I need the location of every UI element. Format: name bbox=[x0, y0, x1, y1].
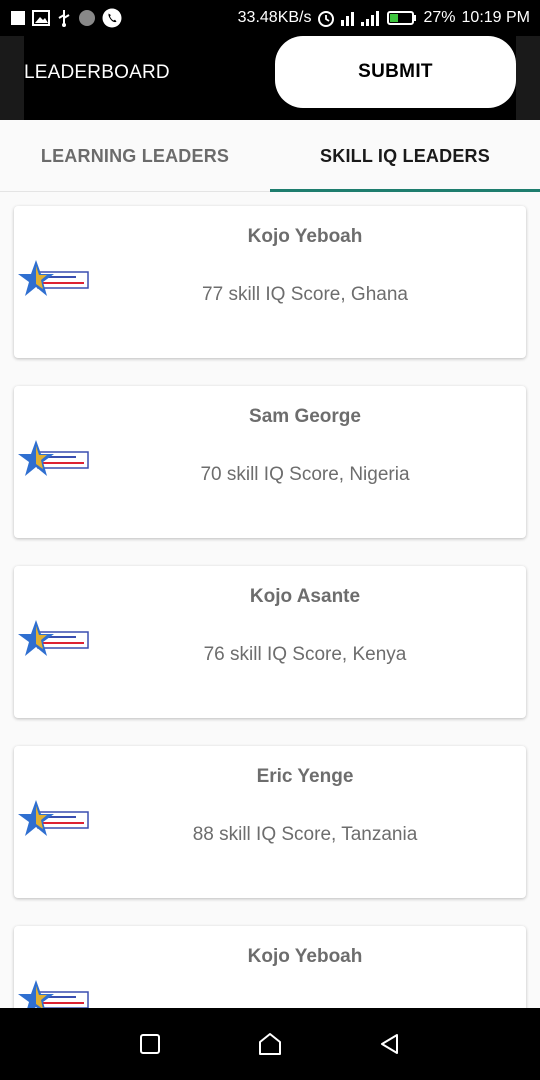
leader-list[interactable]: Kojo Yeboah 77 skill IQ Score, Ghana Sam… bbox=[0, 192, 540, 1008]
home-icon bbox=[259, 1033, 281, 1055]
leader-name: Eric Yenge bbox=[256, 766, 354, 787]
circle-icon bbox=[78, 9, 96, 27]
leader-score: 88 skill IQ Score, Tanzania bbox=[192, 824, 418, 845]
skill-iq-badge-icon bbox=[18, 980, 89, 1008]
net-speed: 33.48KB/s bbox=[237, 9, 312, 26]
home-button[interactable] bbox=[250, 1024, 290, 1064]
leader-name: Kojo Yeboah bbox=[247, 226, 363, 247]
tab-skill-iq-leaders[interactable]: SKILL IQ LEADERS bbox=[270, 120, 540, 192]
leader-score: 77 skill IQ Score, Ghana bbox=[202, 284, 408, 305]
battery-icon bbox=[387, 10, 417, 26]
notification-square-icon bbox=[10, 10, 26, 26]
submit-button[interactable]: SUBMIT bbox=[275, 36, 516, 108]
leader-score: 76 skill IQ Score, Kenya bbox=[203, 644, 407, 665]
leader-name: Kojo Asante bbox=[249, 586, 361, 607]
clock: 10:19 PM bbox=[461, 9, 530, 26]
leader-card[interactable]: Kojo Asante 76 skill IQ Score, Kenya bbox=[14, 566, 526, 718]
usb-icon bbox=[56, 9, 72, 27]
tab-bar: LEARNING LEADERS SKILL IQ LEADERS bbox=[0, 120, 540, 192]
square-icon bbox=[140, 1034, 160, 1054]
signal-icon bbox=[341, 10, 381, 26]
phone-icon bbox=[102, 8, 122, 28]
leader-name: Sam George bbox=[249, 406, 361, 427]
leader-name: Kojo Yeboah bbox=[247, 946, 363, 967]
back-triangle-icon bbox=[381, 1034, 398, 1054]
skill-iq-badge-icon bbox=[18, 800, 89, 836]
skill-iq-badge-icon bbox=[18, 260, 89, 296]
leader-card[interactable]: Eric Yenge 88 skill IQ Score, Tanzania bbox=[14, 746, 526, 898]
app-bar: LEADERBOARD SUBMIT bbox=[0, 36, 540, 120]
app-bar-edge-right bbox=[516, 36, 540, 120]
page-title: LEADERBOARD bbox=[24, 62, 170, 83]
leader-score: 70 skill IQ Score, Nigeria bbox=[200, 464, 410, 485]
alarm-icon bbox=[317, 9, 335, 27]
skill-iq-badge-icon bbox=[18, 440, 89, 476]
recents-button[interactable] bbox=[130, 1024, 170, 1064]
battery-percent: 27% bbox=[423, 9, 456, 26]
leader-card[interactable]: Kojo Yeboah 77 skill IQ Score, Ghana bbox=[14, 206, 526, 358]
system-nav-bar bbox=[0, 1008, 540, 1080]
status-bar: 33.48KB/s 27% 10:19 PM bbox=[0, 0, 540, 36]
leader-card[interactable]: Sam George 70 skill IQ Score, Nigeria bbox=[14, 386, 526, 538]
status-bar-right: 33.48KB/s 27% 10:19 PM bbox=[238, 9, 530, 27]
skill-iq-badge-icon bbox=[18, 620, 89, 656]
tab-learning-leaders[interactable]: LEARNING LEADERS bbox=[0, 120, 270, 192]
app-bar-edge-left bbox=[0, 36, 24, 120]
leader-card[interactable]: Kojo Yeboah bbox=[14, 926, 526, 1008]
status-bar-left bbox=[10, 8, 122, 28]
image-icon bbox=[32, 10, 50, 26]
back-button[interactable] bbox=[370, 1024, 410, 1064]
